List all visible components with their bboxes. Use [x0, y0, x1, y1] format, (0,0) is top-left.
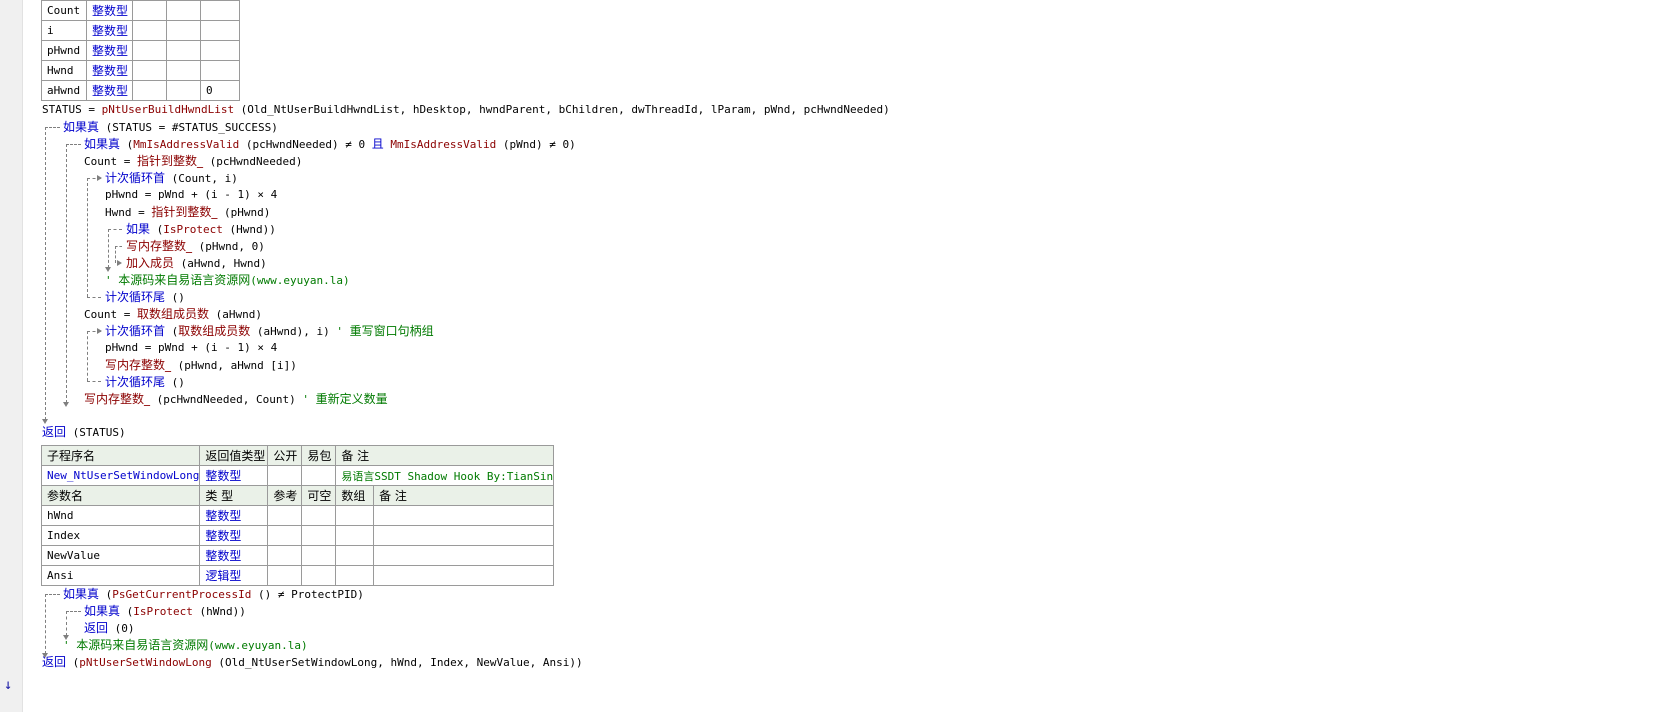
code-line[interactable]: 计次循环首 (Count, i) [105, 169, 238, 187]
param-name[interactable]: NewValue [40, 545, 201, 566]
code-line[interactable]: 计次循环首 (取数组成员数 (aHwnd), i) ' 重写窗口句柄组 [105, 322, 434, 340]
flow-line [66, 611, 67, 636]
flow-line [45, 594, 46, 654]
loop-arrow-icon [97, 175, 102, 181]
variable-name[interactable]: pHwnd [41, 40, 87, 61]
column-header: 备 注 [335, 445, 555, 466]
param-type[interactable]: 整数型 [199, 545, 269, 566]
variable-type[interactable]: 整数型 [86, 60, 133, 81]
variable-type[interactable]: 整数型 [86, 80, 133, 101]
variable-name[interactable]: aHwnd [41, 80, 87, 101]
column-header: 参数名 [40, 485, 201, 506]
code-line[interactable]: 计次循环尾 () [105, 288, 185, 306]
variable-row[interactable]: aHwnd 整数型 0 [41, 80, 240, 101]
param-type[interactable]: 整数型 [199, 525, 269, 546]
code-line[interactable]: 返回 (pNtUserSetWindowLong (Old_NtUserSetW… [42, 653, 583, 671]
code-comment[interactable]: ' 本源码来自易语言资源网(www.eyuyan.la) [105, 271, 350, 289]
code-line[interactable]: 写内存整数_ (pHwnd, aHwnd [i]) [105, 356, 297, 374]
code-line[interactable]: 如果真 (STATUS = #STATUS_SUCCESS) [63, 118, 278, 136]
variable-type[interactable]: 整数型 [86, 20, 133, 41]
code-line[interactable]: 加入成员 (aHwnd, Hwnd) [126, 254, 267, 272]
param-row[interactable]: hWnd 整数型 [40, 505, 555, 526]
column-header: 备 注 [373, 485, 555, 506]
variable-row[interactable]: Count 整数型 [41, 0, 240, 21]
variable-name[interactable]: i [41, 20, 87, 41]
variable-initial-value[interactable] [200, 40, 240, 61]
code-line[interactable]: 如果 (IsProtect (Hwnd)) [126, 220, 276, 238]
variable-type[interactable]: 整数型 [86, 40, 133, 61]
subroutine-header-row: 子程序名 返回值类型 公开 易包 备 注 [40, 445, 555, 466]
subroutine-note[interactable]: 易语言SSDT Shadow Hook By:TianSin [335, 465, 555, 486]
subroutine-name[interactable]: New_NtUserSetWindowLong [40, 465, 201, 486]
flow-line [115, 246, 116, 263]
code-line[interactable]: 返回 (0) [84, 619, 135, 637]
flow-line [87, 297, 101, 298]
column-header: 类 型 [199, 485, 269, 506]
param-header-row: 参数名 类 型 参考 可空 数组 备 注 [40, 485, 555, 506]
code-line[interactable]: Count = 取数组成员数 (aHwnd) [84, 305, 262, 323]
variable-initial-value[interactable]: 0 [200, 80, 240, 101]
subroutine-return-type[interactable]: 整数型 [199, 465, 269, 486]
code-line[interactable]: 写内存整数_ (pcHwndNeeded, Count) ' 重新定义数量 [84, 390, 388, 408]
code-comment[interactable]: ' 本源码来自易语言资源网(www.eyuyan.la) [63, 636, 308, 654]
flow-line [108, 229, 109, 268]
flow-line [87, 331, 88, 381]
param-name[interactable]: Index [40, 525, 201, 546]
subroutine-table: 子程序名 返回值类型 公开 易包 备 注 New_NtUserSetWindow… [40, 445, 555, 586]
variable-initial-value[interactable] [200, 0, 240, 21]
flow-line [87, 381, 101, 382]
column-header: 子程序名 [40, 445, 201, 466]
code-line[interactable]: 写内存整数_ (pHwnd, 0) [126, 237, 265, 255]
subroutine-row[interactable]: New_NtUserSetWindowLong 整数型 易语言SSDT Shad… [40, 465, 555, 486]
code-line[interactable]: Hwnd = 指针到整数_ (pHwnd) [105, 203, 270, 221]
flow-arrow-icon [63, 402, 69, 407]
param-row[interactable]: Ansi 逻辑型 [40, 565, 555, 586]
code-line[interactable]: 返回 (STATUS) [42, 423, 126, 441]
variable-row[interactable]: Hwnd 整数型 [41, 60, 240, 81]
code-line[interactable]: 如果真 (IsProtect (hWnd)) [84, 602, 246, 620]
variable-row[interactable]: i 整数型 [41, 20, 240, 41]
param-name[interactable]: hWnd [40, 505, 201, 526]
flow-line [108, 229, 122, 230]
code-line[interactable]: 如果真 (PsGetCurrentProcessId () ≠ ProtectP… [63, 585, 364, 603]
variable-type[interactable]: 整数型 [86, 0, 133, 21]
variable-initial-value[interactable] [200, 20, 240, 41]
code-editor[interactable]: Count 整数型 i 整数型 pHwnd 整数型 Hwnd 整数型 aHwnd… [0, 0, 1670, 712]
variable-name[interactable]: Count [41, 0, 87, 21]
code-line[interactable]: 计次循环尾 () [105, 373, 185, 391]
column-header: 参考 [267, 485, 303, 506]
column-header: 返回值类型 [199, 445, 269, 466]
flow-line [66, 611, 81, 612]
flow-line [66, 144, 67, 403]
code-line[interactable]: pHwnd = pWnd + (i - 1) × 4 [105, 186, 277, 204]
code-line[interactable]: STATUS = pNtUserBuildHwndList (Old_NtUse… [42, 101, 890, 119]
column-header: 易包 [301, 445, 337, 466]
param-type[interactable]: 逻辑型 [199, 565, 269, 586]
code-line[interactable]: 如果真 (MmIsAddressValid (pcHwndNeeded) ≠ 0… [84, 135, 576, 153]
param-row[interactable]: Index 整数型 [40, 525, 555, 546]
variable-initial-value[interactable] [200, 60, 240, 81]
flow-line [45, 127, 46, 420]
param-type[interactable]: 整数型 [199, 505, 269, 526]
code-line[interactable]: Count = 指针到整数_ (pcHwndNeeded) [84, 152, 302, 170]
loop-arrow-icon [97, 328, 102, 334]
loop-arrow-icon [117, 260, 122, 266]
flow-line [115, 246, 122, 247]
param-row[interactable]: NewValue 整数型 [40, 545, 555, 566]
flow-line [45, 594, 60, 595]
flow-line [45, 127, 60, 128]
flow-line [66, 144, 81, 145]
variable-row[interactable]: pHwnd 整数型 [41, 40, 240, 61]
code-line[interactable]: pHwnd = pWnd + (i - 1) × 4 [105, 339, 277, 357]
variable-name[interactable]: Hwnd [41, 60, 87, 81]
local-variable-table: Count 整数型 i 整数型 pHwnd 整数型 Hwnd 整数型 aHwnd… [41, 0, 240, 101]
column-header: 数组 [335, 485, 375, 506]
column-header: 公开 [267, 445, 303, 466]
param-name[interactable]: Ansi [40, 565, 201, 586]
flow-line [87, 178, 88, 297]
column-header: 可空 [301, 485, 337, 506]
